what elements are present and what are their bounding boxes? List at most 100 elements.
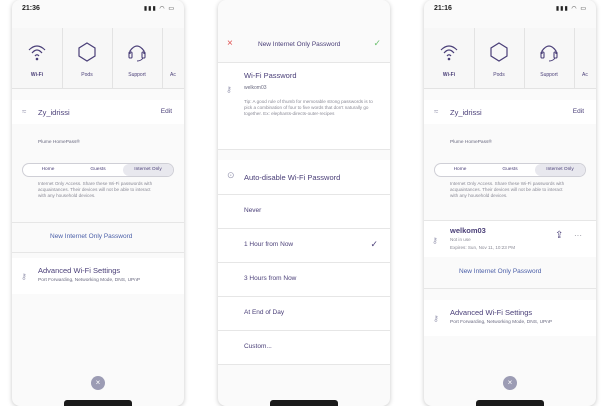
- key-icon: ⚷: [432, 236, 438, 245]
- segment-home[interactable]: Home: [435, 164, 485, 176]
- wifi-icon: ≈: [434, 107, 439, 116]
- tab-support[interactable]: Support: [524, 28, 575, 88]
- headset-icon: [540, 45, 558, 62]
- tab-label: Wi-Fi: [442, 72, 456, 78]
- phone-screen-new-password: × New Internet Only Password ✓ ⚷ Wi-Fi P…: [218, 0, 390, 406]
- option-label: Never: [244, 207, 262, 214]
- advanced-title: Advanced Wi-Fi Settings: [38, 266, 121, 275]
- tab-bar: Wi-Fi Pods Support Ac: [424, 28, 596, 89]
- password-status: Not in use: [450, 237, 471, 242]
- screen-title: New Internet Only Password: [258, 41, 341, 48]
- divider: [424, 288, 596, 289]
- option-label: At End of Day: [244, 309, 285, 316]
- home-indicator: [270, 400, 338, 406]
- tab-label: Support: [128, 72, 146, 78]
- status-icons: ▮▮▮ ◠ ▭: [143, 6, 175, 12]
- access-description: Internet Only Access. Share these Wi-Fi …: [38, 181, 153, 198]
- tab-account[interactable]: Ac: [162, 28, 184, 88]
- advanced-settings-row[interactable]: ⚷ Advanced Wi-Fi Settings Port Forwardin…: [424, 300, 596, 336]
- headset-icon: [128, 45, 146, 62]
- check-icon[interactable]: ✓: [373, 38, 381, 49]
- status-bar: 21:36 ▮▮▮ ◠ ▭: [12, 0, 184, 24]
- close-icon[interactable]: ×: [91, 376, 105, 390]
- tab-label: Ac: [582, 72, 588, 78]
- tab-bar: Wi-Fi Pods Support Ac: [12, 28, 184, 89]
- password-label: Wi-Fi Password: [244, 71, 297, 80]
- status-time: 21:16: [434, 5, 452, 12]
- homepass-label: Plume HomePass®: [450, 140, 492, 145]
- divider: [12, 222, 184, 223]
- phone-screen-wifi: 21:36 ▮▮▮ ◠ ▭ Wi-Fi Pods Support Ac ≈ Zy…: [12, 0, 184, 406]
- auto-disable-header: ⊙ Auto-disable Wi-Fi Password: [218, 160, 390, 194]
- segment-home[interactable]: Home: [23, 164, 73, 176]
- advanced-subtitle: Port Forwarding, Networking Mode, DNS, U…: [38, 278, 141, 283]
- hexagon-icon: [78, 42, 96, 62]
- new-password-link[interactable]: New Internet Only Password: [459, 268, 541, 275]
- divider: [12, 252, 184, 253]
- timer-icon: ⊙: [227, 170, 235, 180]
- tab-pods[interactable]: Pods: [474, 28, 525, 88]
- wifi-icon: [440, 45, 458, 61]
- wifi-icon: [28, 45, 46, 61]
- password-item[interactable]: ⚷ welkom03 Not in use Expires: Sun, Nov …: [424, 221, 596, 257]
- tab-wifi[interactable]: Wi-Fi: [424, 28, 475, 88]
- network-name: Zy_idrissi: [450, 108, 482, 117]
- tab-label: Ac: [170, 72, 176, 78]
- option-label: Custom...: [244, 343, 272, 350]
- password-section: ⚷ Wi-Fi Password welkom03 Tip: A good ru…: [218, 63, 390, 149]
- share-icon[interactable]: ⇪: [555, 230, 563, 241]
- network-row[interactable]: ≈ Zy_idrissi Edit: [12, 100, 184, 124]
- network-name: Zy_idrissi: [38, 108, 70, 117]
- hexagon-icon: [490, 42, 508, 62]
- password-name: welkom03: [450, 226, 486, 235]
- key-icon: ⚷: [433, 314, 439, 323]
- advanced-settings-row[interactable]: ⚷ Advanced Wi-Fi Settings Port Forwardin…: [12, 258, 184, 294]
- close-icon[interactable]: ×: [227, 38, 233, 49]
- option-never[interactable]: Never: [218, 195, 390, 229]
- option-end-of-day[interactable]: At End of Day: [218, 297, 390, 331]
- segment-internet-only[interactable]: Internet Only: [535, 164, 585, 176]
- password-expiry: Expires: Sun, Nov 11, 10:23 PM: [450, 245, 516, 250]
- tab-label: Wi-Fi: [30, 72, 44, 78]
- tab-pods[interactable]: Pods: [62, 28, 113, 88]
- check-icon: ✓: [370, 239, 378, 249]
- segmented-control: Home Guests Internet Only: [22, 163, 174, 177]
- option-1-hour[interactable]: 1 Hour from Now ✓: [218, 229, 390, 263]
- tab-label: Pods: [81, 72, 93, 78]
- nav-header: × New Internet Only Password ✓: [218, 28, 390, 62]
- status-time: 21:36: [22, 5, 40, 12]
- new-password-link[interactable]: New Internet Only Password: [50, 233, 132, 240]
- password-tip: Tip: A good rule of thumb for memorable …: [244, 99, 373, 116]
- password-input[interactable]: welkom03: [244, 85, 267, 91]
- key-icon: ⚷: [226, 85, 232, 94]
- status-icons: ▮▮▮ ◠ ▭: [555, 6, 587, 12]
- tab-wifi[interactable]: Wi-Fi: [12, 28, 63, 88]
- edit-link[interactable]: Edit: [573, 108, 584, 115]
- segment-internet-only[interactable]: Internet Only: [123, 164, 173, 176]
- tab-support[interactable]: Support: [112, 28, 163, 88]
- tab-label: Support: [540, 72, 558, 78]
- home-indicator: [476, 400, 544, 406]
- access-description: Internet Only Access. Share these Wi-Fi …: [450, 181, 565, 198]
- segment-guests[interactable]: Guests: [485, 164, 535, 176]
- segmented-control: Home Guests Internet Only: [434, 163, 586, 177]
- network-row[interactable]: ≈ Zy_idrissi Edit: [424, 100, 596, 124]
- homepass-label: Plume HomePass®: [38, 140, 80, 145]
- auto-disable-title: Auto-disable Wi-Fi Password: [244, 173, 341, 182]
- wifi-icon: ≈: [22, 107, 27, 116]
- divider: [218, 149, 390, 150]
- option-3-hours[interactable]: 3 Hours from Now: [218, 263, 390, 297]
- more-button[interactable]: ···: [574, 231, 582, 240]
- tab-account[interactable]: Ac: [574, 28, 596, 88]
- segment-guests[interactable]: Guests: [73, 164, 123, 176]
- edit-link[interactable]: Edit: [161, 108, 172, 115]
- advanced-title: Advanced Wi-Fi Settings: [450, 308, 533, 317]
- phone-screen-wifi-with-password: 21:16 ▮▮▮ ◠ ▭ Wi-Fi Pods Support Ac ≈ Zy…: [424, 0, 596, 406]
- option-custom[interactable]: Custom...: [218, 331, 390, 365]
- advanced-subtitle: Port Forwarding, Networking Mode, DNS, U…: [450, 320, 553, 325]
- tab-label: Pods: [493, 72, 505, 78]
- status-bar: 21:16 ▮▮▮ ◠ ▭: [424, 0, 596, 24]
- close-icon[interactable]: ×: [503, 376, 517, 390]
- key-icon: ⚷: [21, 272, 27, 281]
- option-label: 3 Hours from Now: [244, 275, 297, 282]
